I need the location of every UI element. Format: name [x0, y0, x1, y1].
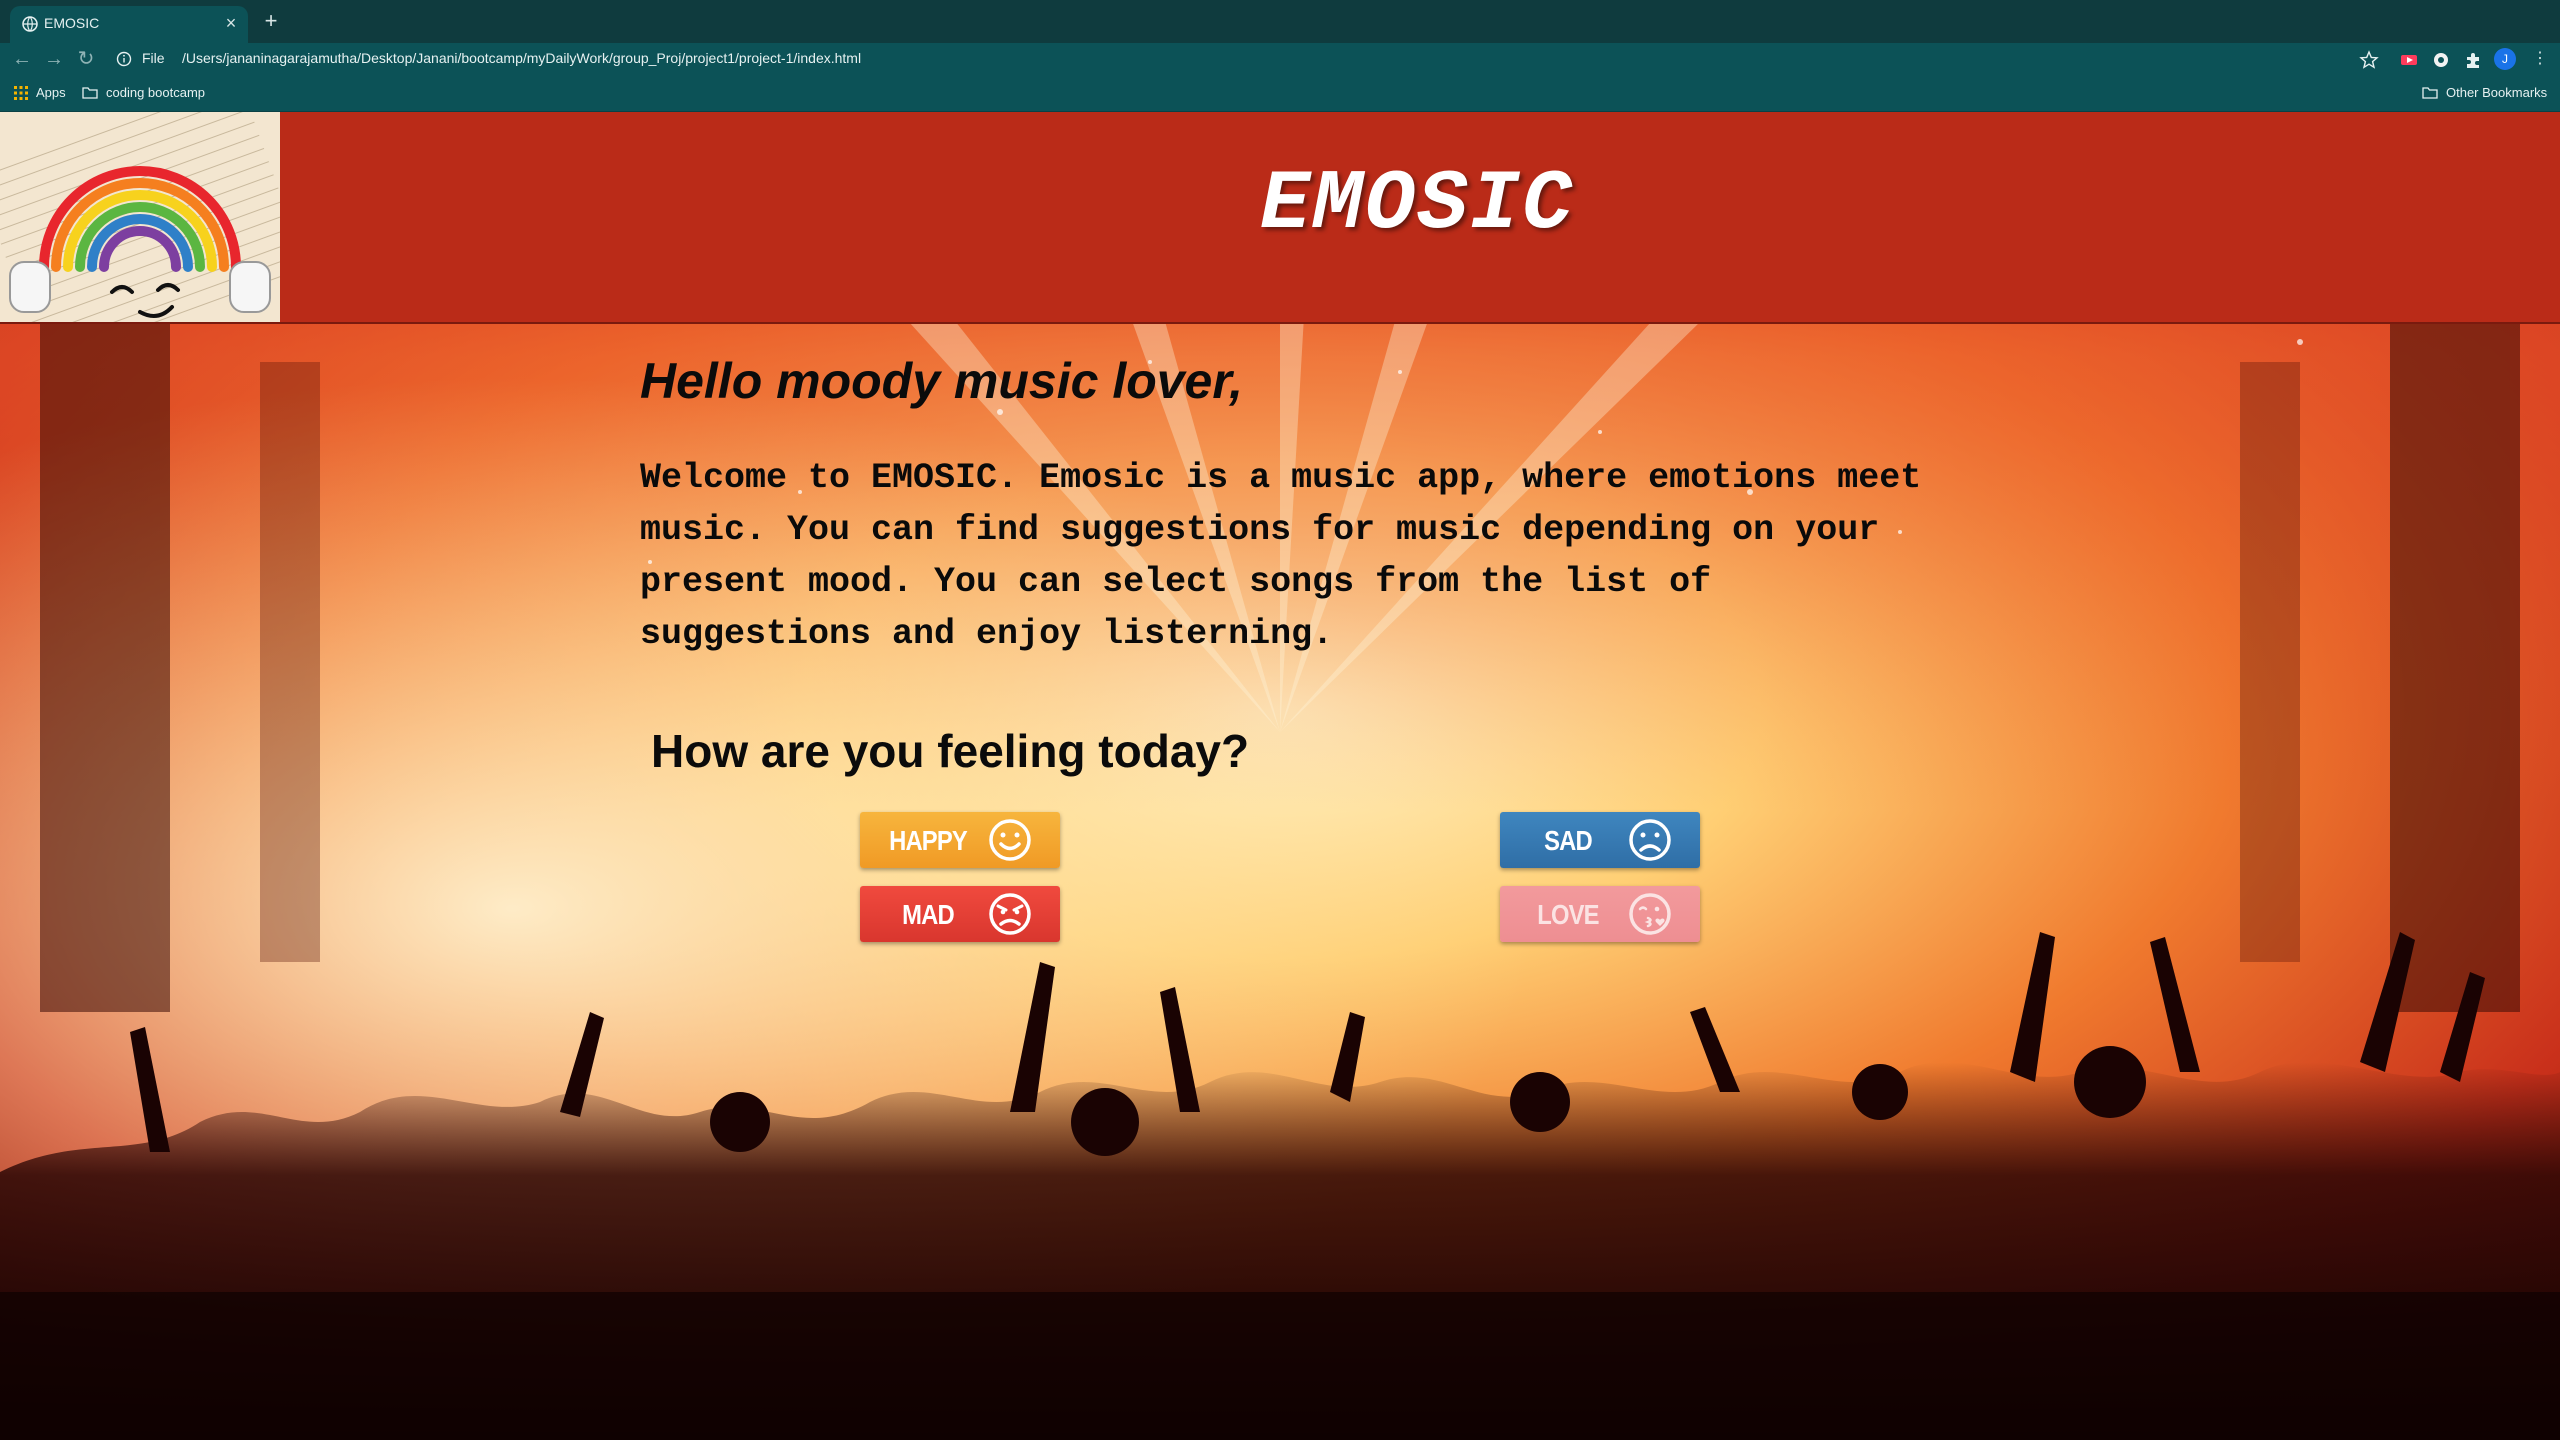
puzzle-extensions-icon[interactable] [2462, 49, 2484, 71]
back-arrow-icon[interactable]: ← [10, 47, 34, 71]
sad-label: SAD [1544, 825, 1593, 856]
profile-avatar[interactable]: J [2494, 48, 2516, 70]
mad-mood-button[interactable]: MAD [860, 886, 1060, 942]
new-tab-button[interactable]: + [259, 9, 283, 33]
mood-question: How are you feeling today? [651, 725, 1250, 777]
love-mood-button[interactable]: LOVE [1500, 886, 1700, 942]
folder-icon [82, 87, 98, 99]
protocol-label: File [142, 50, 165, 66]
info-icon[interactable] [116, 51, 132, 67]
angry-face-icon [989, 893, 1031, 935]
browser-tab-bar: EMOSIC × + [0, 0, 2560, 43]
extension-cast-icon[interactable] [2398, 49, 2420, 71]
bookmark-apps[interactable]: Apps [14, 85, 66, 100]
happy-mood-button[interactable]: HAPPY [860, 812, 1060, 868]
mad-label: MAD [902, 899, 955, 930]
globe-icon [22, 16, 38, 32]
browser-tab-active[interactable]: EMOSIC × [10, 6, 248, 43]
forward-arrow-icon[interactable]: → [42, 47, 66, 71]
sad-mood-button[interactable]: SAD [1500, 812, 1700, 868]
folder-icon [2422, 87, 2438, 99]
address-bar[interactable]: /Users/jananinagarajamutha/Desktop/Janan… [182, 50, 861, 66]
rainbow-headphones-icon [0, 112, 280, 322]
greeting-heading: Hello moody music lover, [640, 353, 1243, 409]
bookmarks-bar: Apps coding bootcamp Other Bookmarks [0, 76, 2560, 112]
browser-toolbar: ← → ↻ File /Users/jananinagarajamutha/De… [0, 43, 2560, 76]
tab-title: EMOSIC [44, 15, 100, 31]
other-bookmarks[interactable]: Other Bookmarks [2422, 85, 2547, 100]
web-page: EMOSIC Hello moody music lover, Welcome … [0, 112, 2560, 1440]
other-bookmarks-label: Other Bookmarks [2446, 85, 2548, 100]
bookmark-apps-label: Apps [36, 85, 66, 100]
smile-face-icon [989, 819, 1031, 861]
browser-menu-icon[interactable]: ⋮ [2532, 48, 2548, 70]
apps-grid-icon [14, 85, 28, 100]
sad-face-icon [1629, 819, 1671, 861]
star-bookmark-icon[interactable] [2358, 49, 2380, 71]
kiss-face-icon [1629, 893, 1671, 935]
extension-circle-icon[interactable] [2430, 49, 2452, 71]
logo-image [0, 112, 280, 322]
site-header: EMOSIC [0, 112, 2560, 324]
tab-close-icon[interactable]: × [220, 12, 242, 34]
bookmark-folder-label: coding bootcamp [106, 85, 206, 100]
site-title: EMOSIC [1260, 158, 1575, 253]
love-label: LOVE [1537, 899, 1599, 930]
intro-paragraph: Welcome to EMOSIC. Emosic is a music app… [640, 458, 1922, 654]
bookmark-folder-coding-bootcamp[interactable]: coding bootcamp [82, 85, 205, 100]
happy-label: HAPPY [889, 825, 968, 856]
reload-icon[interactable]: ↻ [74, 47, 98, 71]
